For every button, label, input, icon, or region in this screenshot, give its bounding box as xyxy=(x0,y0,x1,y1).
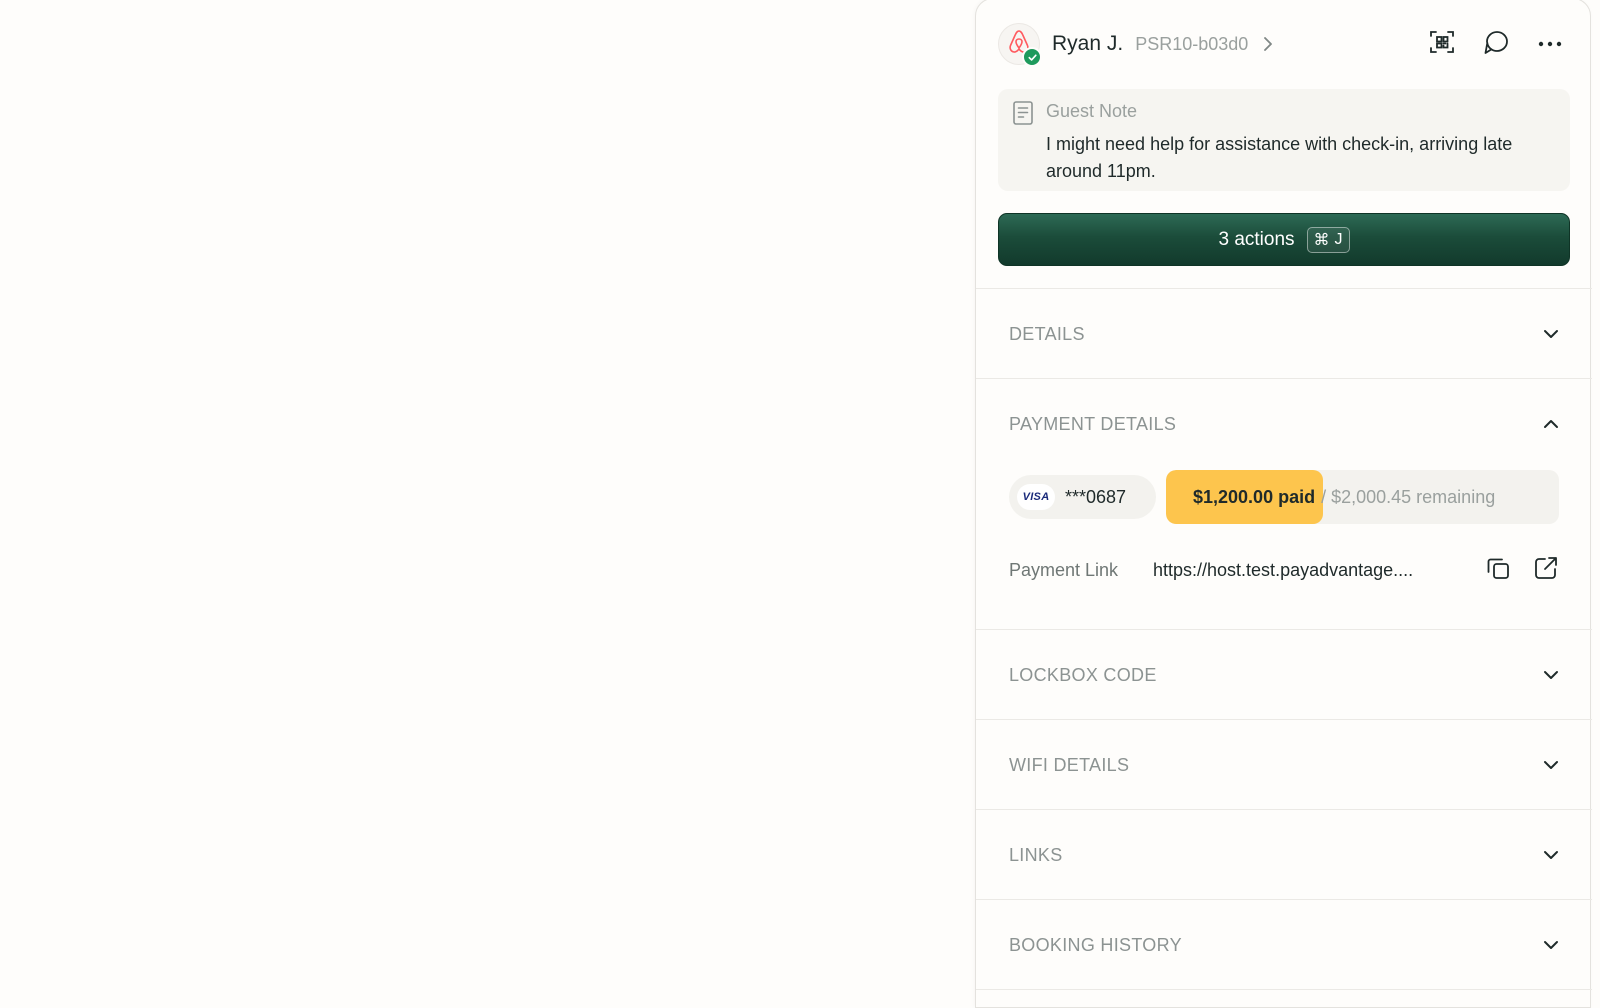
more-options-button[interactable] xyxy=(1532,26,1568,62)
section-details-header[interactable]: DETAILS xyxy=(976,289,1592,379)
document-icon xyxy=(1010,99,1036,132)
section-title: LOCKBOX CODE xyxy=(1009,664,1157,685)
payment-link-row: Payment Link https://host.test.payadvant… xyxy=(1009,552,1560,588)
scan-button[interactable] xyxy=(1424,26,1460,62)
section-links-header[interactable]: LINKS xyxy=(976,810,1592,900)
guest-name: Ryan J. xyxy=(1052,32,1124,55)
section-wifi-details-header[interactable]: WIFI DETAILS xyxy=(976,720,1592,810)
actions-button[interactable]: 3 actions ⌘ J xyxy=(998,213,1570,266)
actions-label: 3 actions xyxy=(1218,228,1295,250)
external-link-icon[interactable] xyxy=(1532,554,1560,587)
section-details: DETAILS xyxy=(976,288,1592,379)
guest-note: Guest Note I might need help for assista… xyxy=(998,89,1570,191)
section-booking-history-header[interactable]: BOOKING HISTORY xyxy=(976,900,1592,990)
more-icon xyxy=(1537,35,1563,53)
keyboard-shortcut: ⌘ J xyxy=(1306,226,1350,253)
section-divider xyxy=(976,989,1592,990)
reservation-code[interactable]: PSR10-b03d0 xyxy=(1135,34,1248,55)
visa-logo: VISA xyxy=(1017,484,1055,510)
section-title: LINKS xyxy=(1009,844,1063,865)
payment-progress-text: $1,200.00 paid / $2,000.45 remaining xyxy=(1193,470,1495,524)
section-links: LINKS xyxy=(976,809,1592,900)
header-actions xyxy=(1424,26,1568,62)
paid-amount: $1,200.00 paid xyxy=(1193,486,1316,507)
guest-note-title: Guest Note xyxy=(1046,101,1138,121)
chevron-up-icon xyxy=(1542,418,1560,430)
section-wifi-details: WIFI DETAILS xyxy=(976,719,1592,810)
chevron-down-icon xyxy=(1542,328,1560,340)
copy-icon[interactable] xyxy=(1484,554,1512,587)
section-title: PAYMENT DETAILS xyxy=(1009,413,1177,434)
reservation-header: Ryan J. PSR10-b03d0 xyxy=(998,21,1568,67)
reservation-panel: Ryan J. PSR10-b03d0 Guest Note I might n… xyxy=(975,0,1592,1008)
section-payment-details: PAYMENT DETAILS VISA ***0687 $1,200.00 p… xyxy=(976,378,1592,629)
payment-summary: VISA ***0687 $1,200.00 paid / $2,000.45 … xyxy=(1009,470,1560,524)
chevron-down-icon xyxy=(1542,939,1560,951)
verified-check-icon xyxy=(1022,47,1042,67)
chat-icon xyxy=(1482,28,1510,61)
remaining-amount: / $2,000.45 remaining xyxy=(1321,486,1496,507)
section-lockbox-code-header[interactable]: LOCKBOX CODE xyxy=(976,630,1592,720)
chevron-down-icon xyxy=(1542,759,1560,771)
section-title: WIFI DETAILS xyxy=(1009,754,1130,775)
command-key-icon: ⌘ xyxy=(1313,231,1330,249)
chevron-down-icon xyxy=(1542,849,1560,861)
card-digits: ***0687 xyxy=(1065,486,1127,507)
section-booking-history: BOOKING HISTORY xyxy=(976,899,1592,990)
chevron-right-icon[interactable] xyxy=(1262,35,1274,53)
payment-card[interactable]: VISA ***0687 xyxy=(1009,475,1156,519)
payment-link-label: Payment Link xyxy=(1009,559,1119,580)
section-payment-details-header[interactable]: PAYMENT DETAILS xyxy=(976,379,1592,469)
payment-link-actions xyxy=(1484,554,1560,587)
guest-note-text: I might need help for assistance with ch… xyxy=(1046,134,1513,181)
scan-icon xyxy=(1428,28,1456,61)
shortcut-key: J xyxy=(1334,230,1343,248)
section-title: BOOKING HISTORY xyxy=(1009,934,1182,955)
payment-link-url[interactable]: https://host.test.payadvantage.... xyxy=(1153,560,1451,581)
payment-progress: $1,200.00 paid / $2,000.45 remaining xyxy=(1166,470,1559,524)
chevron-down-icon xyxy=(1542,669,1560,681)
section-lockbox-code: LOCKBOX CODE xyxy=(976,629,1592,720)
guest-avatar[interactable] xyxy=(998,23,1042,67)
chat-button[interactable] xyxy=(1478,26,1514,62)
section-title: DETAILS xyxy=(1009,323,1085,344)
